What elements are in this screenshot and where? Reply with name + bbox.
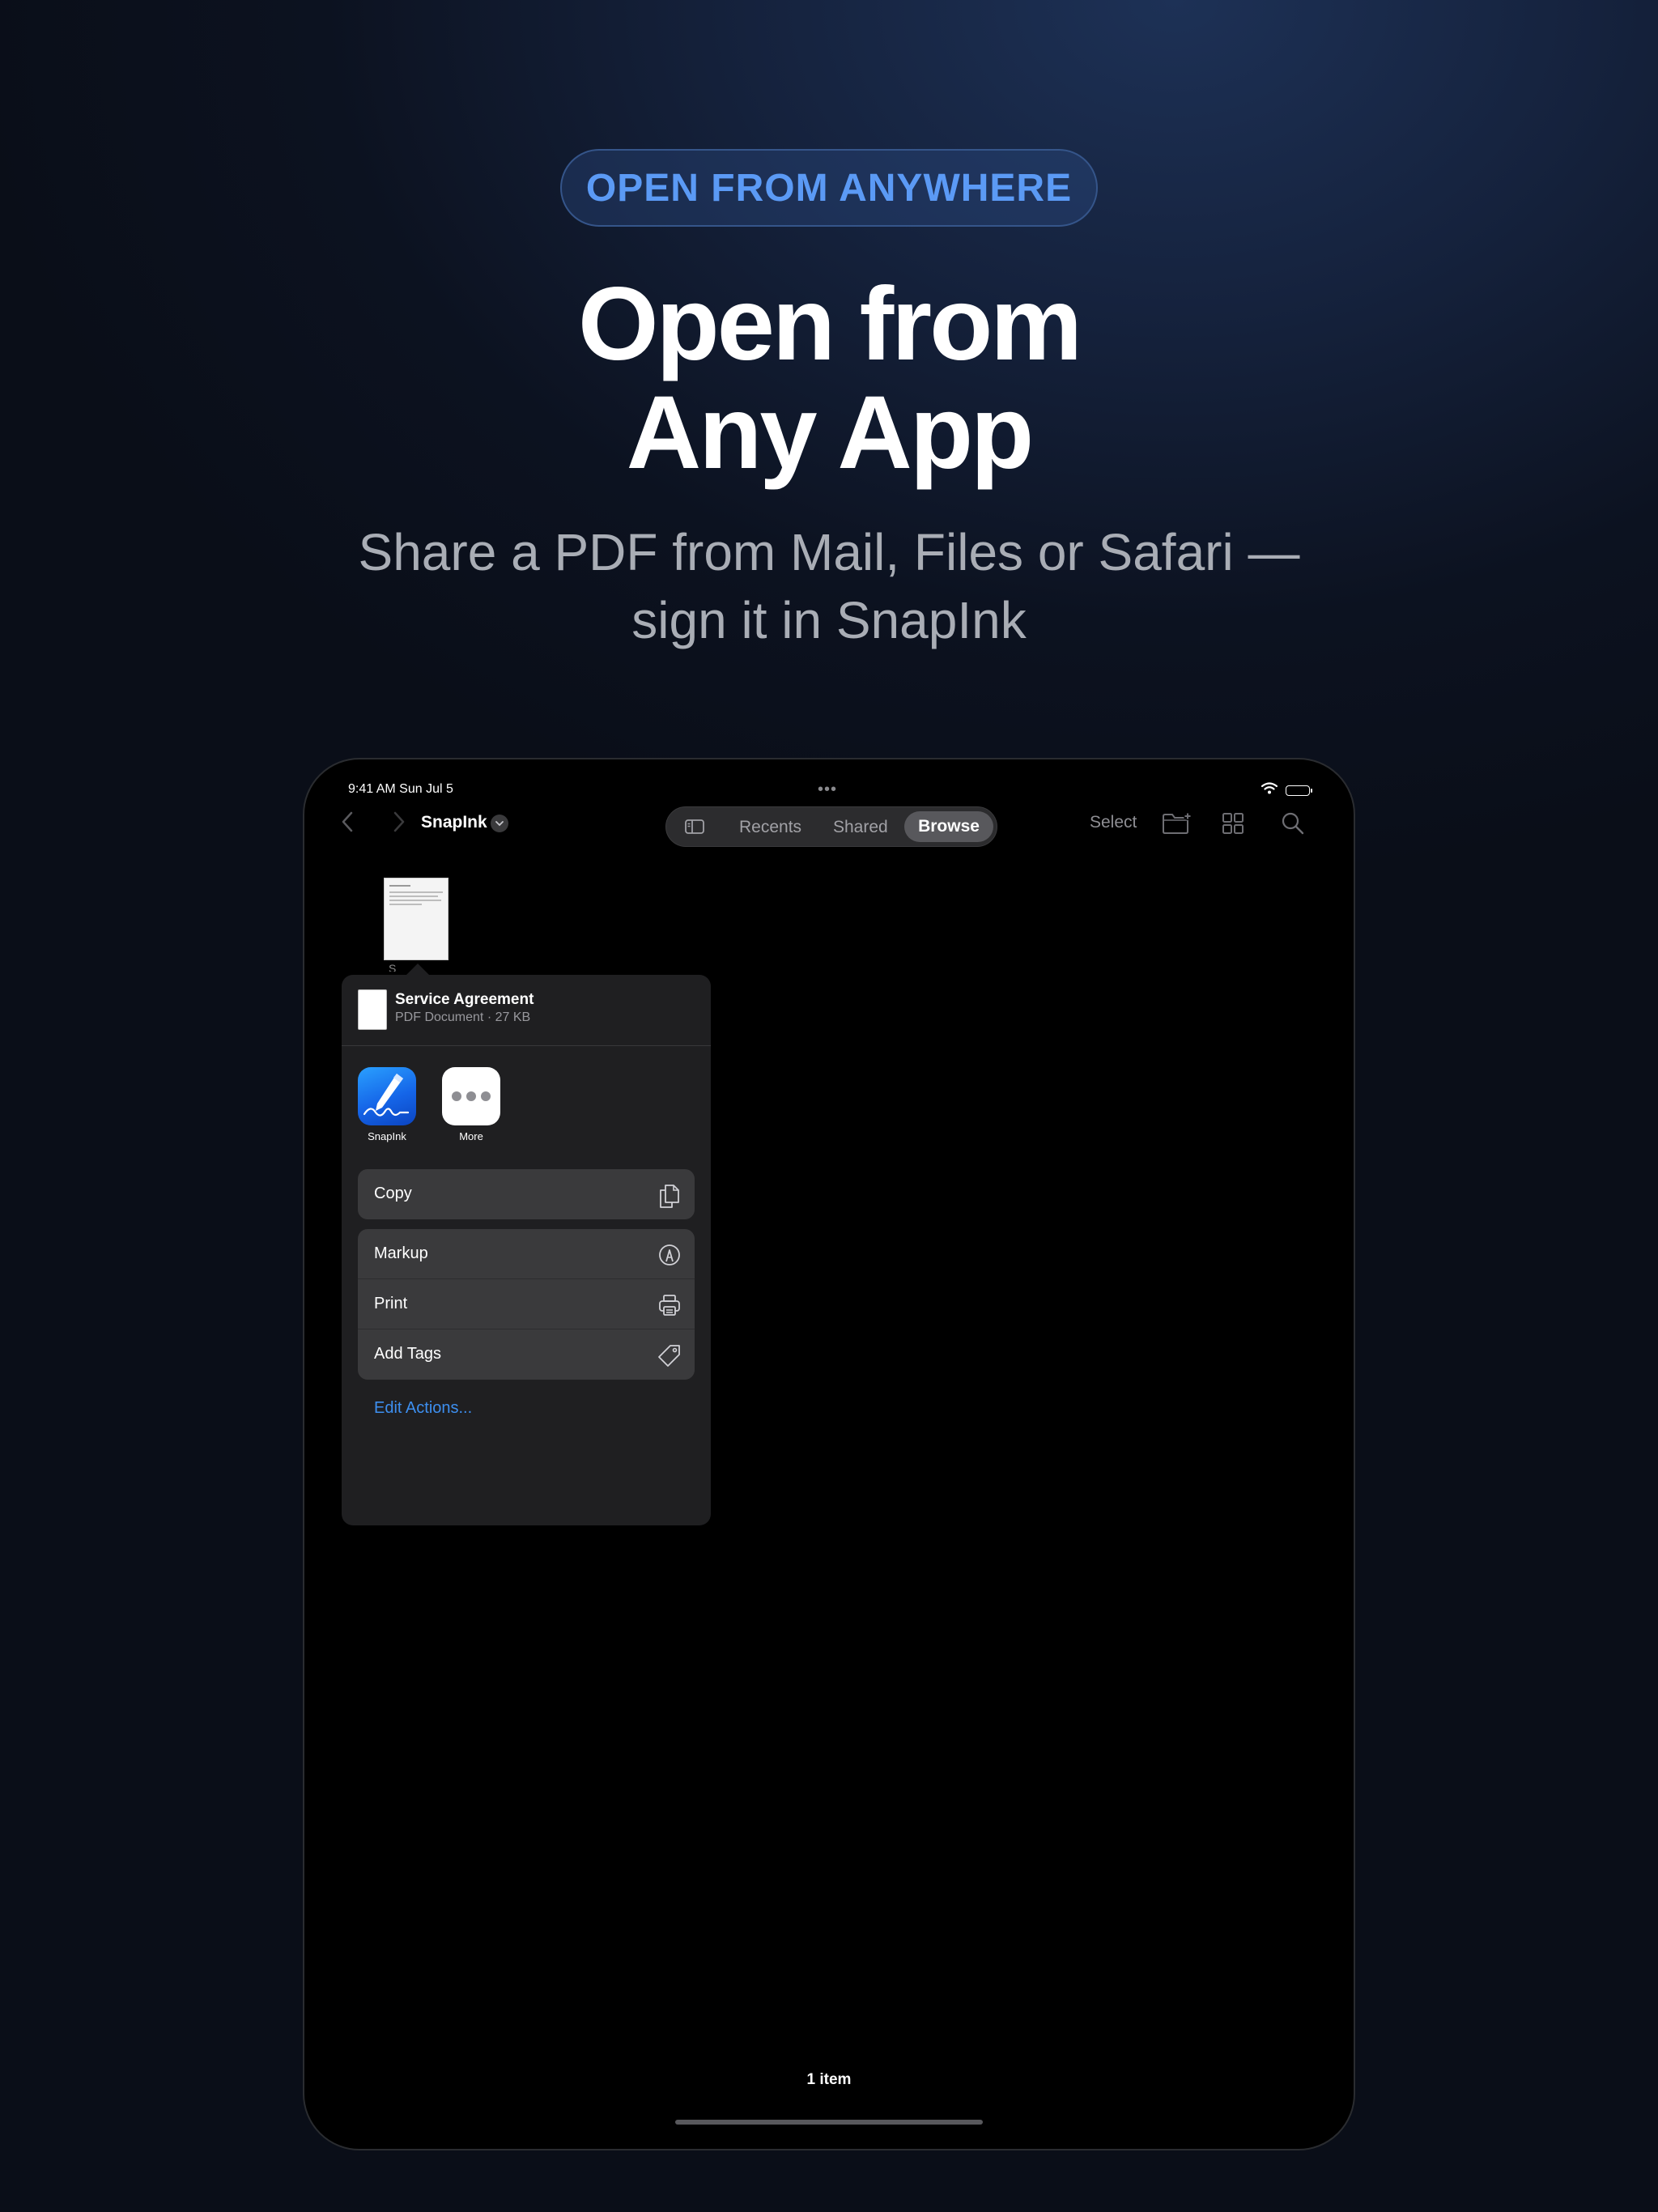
action-copy[interactable]: Copy xyxy=(358,1169,695,1219)
share-file-meta: PDF Document · 27 KB xyxy=(395,1010,531,1024)
action-print[interactable]: Print xyxy=(358,1279,695,1329)
status-time-date: 9:41 AM Sun Jul 5 xyxy=(348,782,453,796)
popover-arrow xyxy=(406,963,429,975)
more-icon[interactable] xyxy=(442,1067,500,1125)
app-label-snapink: SnapInk xyxy=(368,1130,406,1142)
subtitle-line-2: sign it in SnapInk xyxy=(631,591,1027,649)
actions-group: Markup Print Add Tags xyxy=(358,1229,695,1380)
promo-badge: OPEN FROM ANYWHERE xyxy=(560,149,1098,227)
home-indicator[interactable] xyxy=(675,2120,983,2125)
copy-action-group: Copy xyxy=(358,1169,695,1219)
share-file-name: Service Agreement xyxy=(395,991,534,1008)
action-markup-label: Markup xyxy=(374,1244,428,1262)
edit-actions-link[interactable]: Edit Actions... xyxy=(374,1399,472,1418)
view-segmented-control: Recents Shared Browse xyxy=(665,806,997,847)
multitasking-dots[interactable]: ••• xyxy=(818,781,837,799)
ipad-device-frame: 9:41 AM Sun Jul 5 ••• SnapInk Recents Sh… xyxy=(303,758,1355,2150)
tab-recents[interactable]: Recents xyxy=(739,818,801,837)
action-markup[interactable]: Markup xyxy=(358,1229,695,1279)
items-count: 1 item xyxy=(806,2071,852,2088)
subtitle-line-1: Share a PDF from Mail, Files or Safari — xyxy=(358,523,1300,581)
copy-icon xyxy=(657,1183,682,1213)
promo-subtitle: Share a PDF from Mail, Files or Safari —… xyxy=(0,518,1658,654)
tab-shared[interactable]: Shared xyxy=(833,818,888,837)
sidebar-icon[interactable] xyxy=(684,818,705,840)
back-chevron-icon[interactable] xyxy=(338,808,358,840)
action-add-tags[interactable]: Add Tags xyxy=(358,1329,695,1380)
markup-icon xyxy=(657,1243,682,1271)
pdf-file-thumbnail[interactable] xyxy=(384,878,449,960)
document-icon xyxy=(358,989,387,1030)
grid-view-icon[interactable] xyxy=(1219,810,1247,841)
action-print-label: Print xyxy=(374,1295,408,1312)
share-sheet: Service Agreement PDF Document · 27 KB S… xyxy=(342,975,711,1525)
location-title[interactable]: SnapInk xyxy=(421,813,487,832)
headline-line-1: Open from xyxy=(577,266,1082,382)
printer-icon xyxy=(657,1293,682,1321)
headline-line-2: Any App xyxy=(626,375,1034,491)
action-add-tags-label: Add Tags xyxy=(374,1345,442,1363)
forward-chevron-icon[interactable] xyxy=(389,808,408,840)
action-copy-label: Copy xyxy=(374,1185,412,1202)
new-folder-icon[interactable] xyxy=(1161,810,1193,841)
battery-icon xyxy=(1286,785,1312,796)
tab-browse[interactable]: Browse xyxy=(904,811,993,842)
app-label-more: More xyxy=(459,1130,483,1142)
promo-headline: Open from Any App xyxy=(0,270,1658,487)
search-icon[interactable] xyxy=(1279,810,1307,841)
status-right xyxy=(1261,782,1312,798)
select-button[interactable]: Select xyxy=(1090,813,1137,832)
snapink-app-icon[interactable] xyxy=(358,1067,416,1125)
share-sheet-header: Service Agreement PDF Document · 27 KB xyxy=(342,975,711,1046)
wifi-icon xyxy=(1261,782,1278,798)
tag-icon xyxy=(657,1343,682,1372)
chevron-down-icon[interactable] xyxy=(491,815,508,832)
